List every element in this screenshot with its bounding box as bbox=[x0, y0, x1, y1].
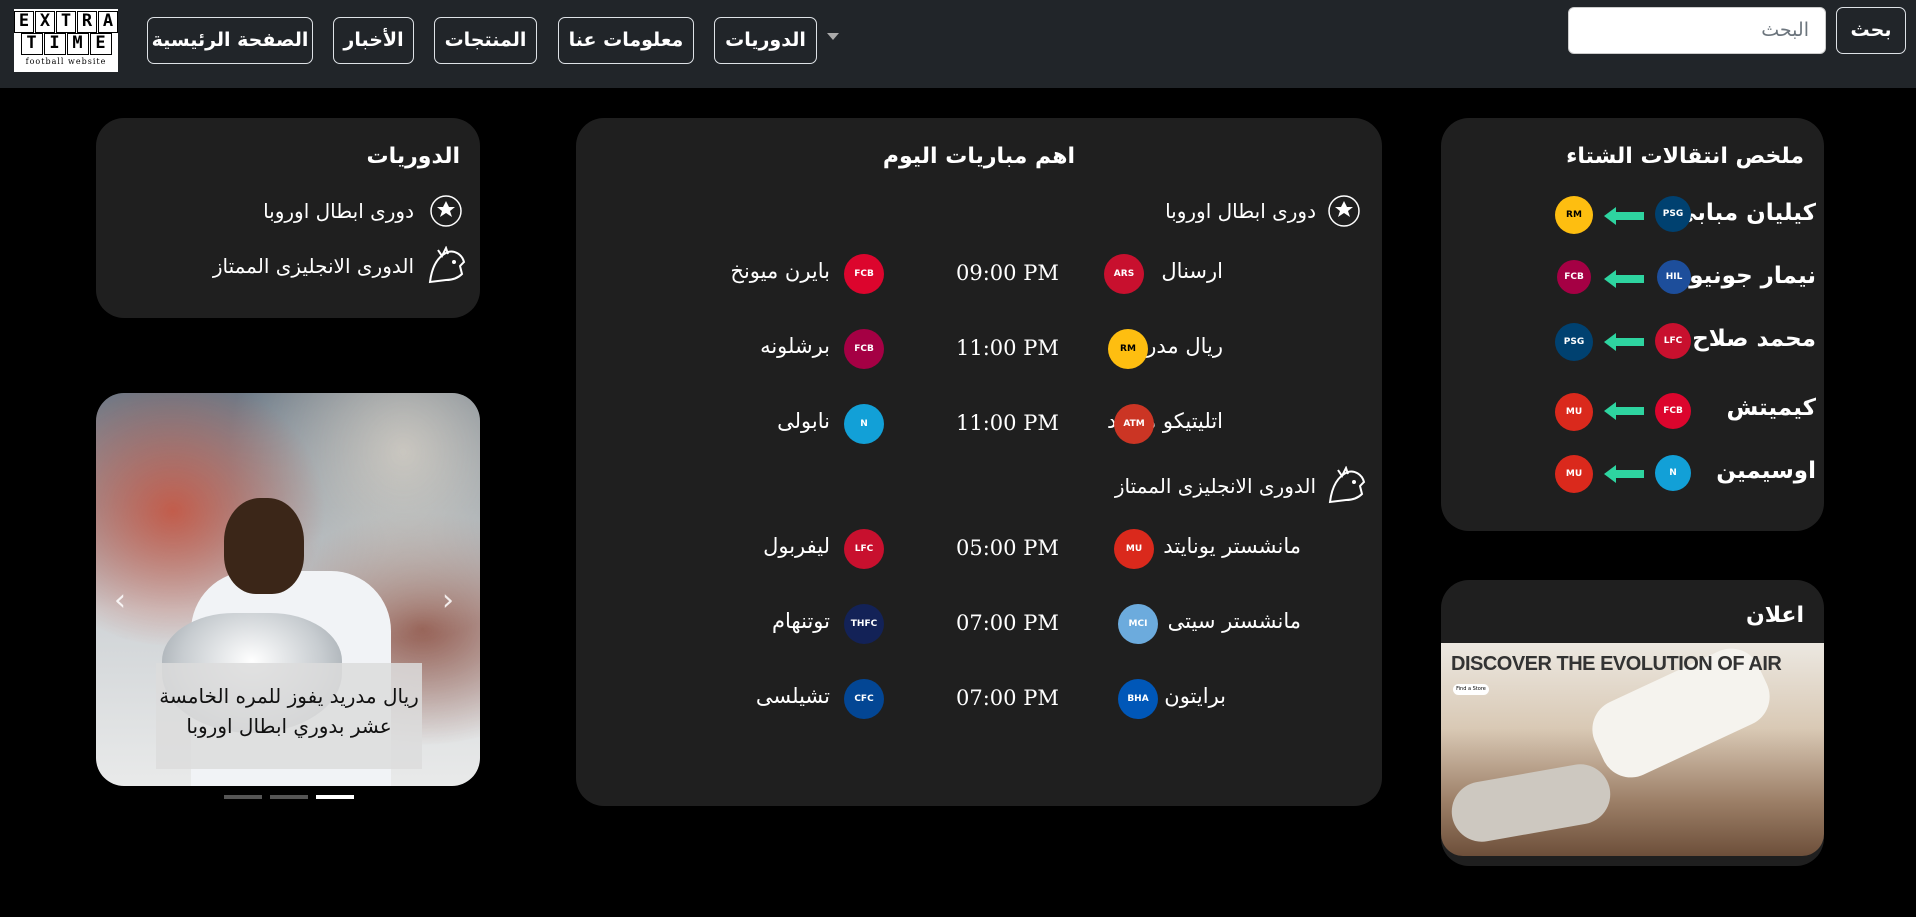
league-item-label: دورى ابطال اوروبا bbox=[263, 199, 414, 223]
leagues-dropdown-caret-icon[interactable] bbox=[827, 33, 839, 40]
nav-about-button[interactable]: معلومات عنا bbox=[558, 17, 694, 64]
atletico-crest-icon: ATM bbox=[1114, 404, 1154, 444]
matches-league-header-champions: دورى ابطال اوروبا bbox=[1165, 193, 1362, 229]
match-time: 07:00 PM bbox=[956, 611, 1059, 635]
logo-subtitle: football website bbox=[25, 57, 107, 66]
man-city-crest-icon: MCI bbox=[1118, 604, 1158, 644]
real-madrid-crest-icon: RM bbox=[1555, 196, 1593, 234]
champions-league-icon bbox=[430, 195, 462, 227]
logo-row-1: EXTRA bbox=[14, 11, 118, 33]
nav-news-button[interactable]: الأخبار bbox=[333, 17, 414, 64]
transfer-player-name: محمد صلاح bbox=[1692, 326, 1816, 352]
league-item-label: الدورى الانجليزى الممتاز bbox=[212, 254, 414, 278]
site-logo[interactable]: EXTRA TIME football website bbox=[14, 9, 118, 72]
nav-leagues-button[interactable]: الدوريات bbox=[714, 17, 817, 64]
transfer-player-name: اوسيمين bbox=[1716, 458, 1816, 484]
transfer-player-name: كيليان مبابى bbox=[1674, 200, 1816, 226]
transfers-card-title: ملخص انتقالات الشتاء bbox=[1566, 144, 1804, 169]
match-time: 07:00 PM bbox=[956, 686, 1059, 710]
ad-sneaker-image bbox=[1447, 759, 1615, 847]
league-item-premier[interactable]: الدورى الانجليزى الممتاز bbox=[213, 246, 468, 286]
leagues-card-title: الدوريات bbox=[366, 144, 460, 169]
league-item-champions[interactable]: دورى ابطال اوروبا bbox=[263, 193, 464, 229]
carousel-indicators bbox=[224, 795, 354, 799]
transfer-arrow-icon bbox=[1604, 270, 1644, 288]
match-time: 11:00 PM bbox=[956, 336, 1059, 360]
match-row[interactable]: ارسنال ARS 09:00 PM FCB بايرن ميونخ bbox=[576, 249, 1379, 299]
match-row[interactable]: برايتون BHA 07:00 PM CFC تشيلسى bbox=[576, 674, 1379, 724]
away-team-name: توتنهام bbox=[772, 609, 830, 633]
psg-crest-icon: PSG bbox=[1655, 196, 1691, 232]
nav-home-button[interactable]: الصفحة الرئيسية bbox=[147, 17, 313, 64]
barcelona-crest-icon: FCB bbox=[844, 329, 884, 369]
brighton-crest-icon: BHA bbox=[1118, 679, 1158, 719]
carousel-indicator[interactable] bbox=[270, 795, 308, 799]
carousel-player-head bbox=[224, 498, 304, 594]
matches-card-title: اهم مباريات اليوم bbox=[882, 144, 1076, 169]
ad-headline: DISCOVER THE EVOLUTION OF AIR bbox=[1451, 653, 1782, 675]
match-row[interactable]: ريال مدريد RM 11:00 PM FCB برشلونه bbox=[576, 324, 1379, 374]
match-time: 05:00 PM bbox=[956, 536, 1059, 560]
away-team-name: تشيلسى bbox=[755, 684, 830, 708]
premier-league-icon bbox=[428, 246, 466, 284]
home-team-name: ارسنال bbox=[1161, 259, 1223, 283]
transfer-arrow-icon bbox=[1604, 207, 1644, 225]
carousel-indicator[interactable] bbox=[224, 795, 262, 799]
man-united-crest-icon: MU bbox=[1555, 393, 1593, 431]
transfer-arrow-icon bbox=[1604, 333, 1644, 351]
al-hilal-crest-icon: HIL bbox=[1657, 260, 1691, 294]
transfer-arrow-icon bbox=[1604, 402, 1644, 420]
napoli-crest-icon: N bbox=[1655, 455, 1691, 491]
matches-league-header-premier: الدورى الانجليزى الممتاز bbox=[1115, 466, 1368, 506]
carousel-caption: ريال مدريد يفوز للمره الخامسة عشر بدوري … bbox=[156, 663, 422, 769]
chelsea-crest-icon: CFC bbox=[844, 679, 884, 719]
tottenham-crest-icon: THFC bbox=[844, 604, 884, 644]
home-team-name: برايتون bbox=[1164, 684, 1226, 708]
away-team-name: ليفربول bbox=[763, 534, 830, 558]
match-time: 09:00 PM bbox=[956, 261, 1059, 285]
ad-find-store-button[interactable]: Find a Store bbox=[1453, 684, 1489, 695]
bayern-crest-icon: FCB bbox=[844, 254, 884, 294]
psg-crest-icon: PSG bbox=[1555, 323, 1593, 361]
home-team-name: مانشستر سيتى bbox=[1167, 609, 1301, 633]
transfer-player-name: نيمار جونيور bbox=[1675, 263, 1816, 289]
man-united-crest-icon: MU bbox=[1555, 455, 1593, 493]
liverpool-crest-icon: LFC bbox=[844, 529, 884, 569]
away-team-name: بايرن ميونخ bbox=[730, 259, 830, 283]
champions-league-icon bbox=[1328, 195, 1360, 227]
carousel-prev-icon[interactable]: ‹ bbox=[114, 583, 126, 618]
search-input[interactable]: البحث bbox=[1568, 7, 1826, 54]
ad-banner-image[interactable]: DISCOVER THE EVOLUTION OF AIR Find a Sto… bbox=[1441, 643, 1824, 856]
transfer-arrow-icon bbox=[1604, 465, 1644, 483]
news-carousel[interactable]: ‹ › ريال مدريد يفوز للمره الخامسة عشر بد… bbox=[96, 393, 480, 786]
arsenal-crest-icon: ARS bbox=[1104, 254, 1144, 294]
leagues-card: الدوريات دورى ابطال اوروبا الدورى الانجل… bbox=[96, 118, 480, 318]
navbar: EXTRA TIME football website الصفحة الرئي… bbox=[0, 0, 1916, 88]
real-madrid-crest-icon: RM bbox=[1108, 329, 1148, 369]
premier-league-icon bbox=[1328, 466, 1366, 504]
search-button[interactable]: بحث bbox=[1836, 7, 1906, 54]
carousel-indicator-active[interactable] bbox=[316, 795, 354, 799]
man-united-crest-icon: MU bbox=[1114, 529, 1154, 569]
home-team-name: مانشستر يونايتد bbox=[1163, 534, 1301, 558]
matches-card: اهم مباريات اليوم دورى ابطال اوروبا ارسن… bbox=[576, 118, 1382, 806]
transfer-player-name: كيميتش bbox=[1726, 395, 1816, 421]
transfers-card: ملخص انتقالات الشتاء كيليان مبابى PSG RM… bbox=[1441, 118, 1824, 531]
match-row[interactable]: مانشستر سيتى MCI 07:00 PM THFC توتنهام bbox=[576, 599, 1379, 649]
barcelona-crest-icon: FCB bbox=[1557, 260, 1591, 294]
liverpool-crest-icon: LFC bbox=[1655, 323, 1691, 359]
nav-products-button[interactable]: المنتجات bbox=[434, 17, 537, 64]
match-time: 11:00 PM bbox=[956, 411, 1059, 435]
away-team-name: برشلونه bbox=[760, 334, 830, 358]
match-row[interactable]: اتليتيكو مدريد ATM 11:00 PM N نابولى bbox=[576, 399, 1379, 449]
bayern-crest-icon: FCB bbox=[1655, 393, 1691, 429]
carousel-next-icon[interactable]: › bbox=[442, 583, 454, 618]
logo-row-2: TIME bbox=[14, 33, 118, 55]
away-team-name: نابولى bbox=[777, 409, 830, 433]
ad-card-title: اعلان bbox=[1745, 603, 1804, 628]
napoli-crest-icon: N bbox=[844, 404, 884, 444]
match-row[interactable]: مانشستر يونايتد MU 05:00 PM LFC ليفربول bbox=[576, 524, 1379, 574]
